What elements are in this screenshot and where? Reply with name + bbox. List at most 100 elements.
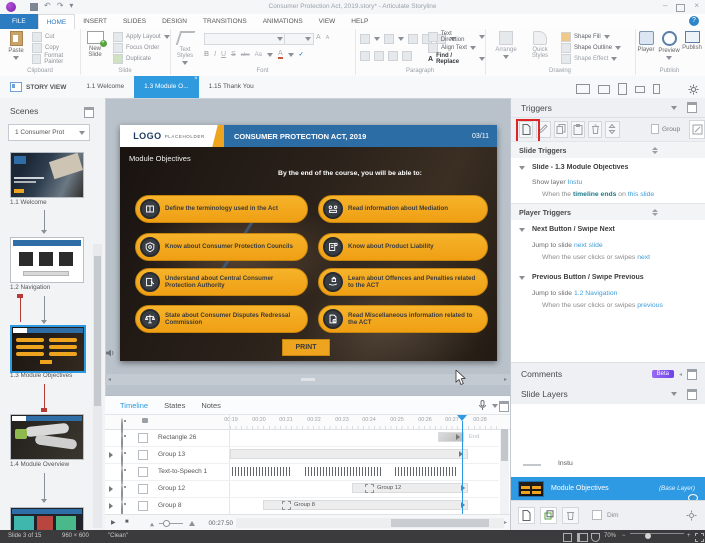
grow-font-icon[interactable]: A	[316, 34, 321, 41]
strikethrough-button[interactable]: S	[231, 51, 236, 58]
canvas-horizontal-scrollbar[interactable]: ◂ ▸	[105, 374, 510, 385]
minimize-button[interactable]: –	[663, 1, 667, 12]
stop-button[interactable]: ■	[125, 519, 129, 525]
arrange-button[interactable]: Arrange	[493, 31, 519, 59]
next-link[interactable]: next	[637, 254, 650, 261]
lock-checkbox[interactable]	[138, 501, 148, 511]
trigger-action[interactable]: Jump to slide next slide	[532, 242, 603, 249]
expand-icon[interactable]	[109, 486, 113, 492]
zoom-slider[interactable]	[630, 533, 684, 534]
group-checkbox[interactable]	[650, 124, 660, 134]
trigger-action[interactable]: Jump to slide 1.2 Navigation	[532, 290, 617, 297]
objective-pill[interactable]: Define the terminology used in the Act	[135, 195, 308, 223]
tab-view[interactable]: VIEW	[311, 14, 344, 29]
duplicate-button[interactable]: Duplicate	[113, 54, 151, 64]
triggers-dock-icon[interactable]	[687, 102, 697, 113]
previous-link[interactable]: previous	[637, 302, 663, 309]
slide-canvas[interactable]: LOGO PLACEHOLDER CONSUMER PROTECTION ACT…	[120, 125, 497, 361]
comments-collapse-icon[interactable]: ◂	[679, 371, 682, 378]
timeline-row-group-13[interactable]: Group 13	[105, 446, 499, 469]
tablet-landscape-icon[interactable]	[598, 84, 610, 94]
zoom-slider-knob[interactable]	[645, 533, 651, 539]
panel-view-icon[interactable]	[577, 533, 588, 542]
tab-transitions[interactable]: TRANSITIONS	[195, 14, 255, 29]
story-view-button[interactable]: STORY VIEW	[0, 82, 76, 92]
paste-button[interactable]: Paste	[3, 31, 29, 60]
timeline-row-group-12[interactable]: Group 12 Group 12	[105, 480, 499, 503]
cut-button[interactable]: Cut	[32, 32, 54, 42]
comments-dock-icon[interactable]	[687, 368, 697, 380]
collapse-all-icon[interactable]	[604, 146, 697, 154]
zoom-out-timeline-icon[interactable]	[149, 522, 155, 527]
audio-speaker-icon[interactable]	[106, 349, 115, 357]
slide-layers-menu-caret-icon[interactable]	[671, 392, 677, 396]
tab-home[interactable]: HOME	[37, 14, 76, 29]
objective-pill[interactable]: State about Consumer Disputes Redressal …	[135, 305, 308, 333]
font-color-button[interactable]: A	[277, 50, 283, 59]
lock-checkbox[interactable]	[138, 467, 148, 477]
play-button[interactable]: ▶	[111, 519, 116, 526]
scroll-right-icon[interactable]: ▸	[504, 519, 507, 526]
tablet-portrait-icon[interactable]	[618, 83, 627, 95]
tab-1-1-welcome[interactable]: 1.1 Welcome	[76, 76, 134, 98]
format-painter-button[interactable]: Format Painter	[32, 53, 80, 65]
objective-pill[interactable]: Know about Consumer Protection Councils	[135, 233, 308, 261]
collapse-all-icon[interactable]	[604, 208, 697, 216]
copy-trigger-button[interactable]	[553, 120, 568, 138]
close-button[interactable]: ×	[694, 1, 699, 12]
scrollbar-thumb[interactable]	[301, 378, 315, 381]
paste-trigger-button[interactable]	[570, 120, 585, 138]
lock-checkbox[interactable]	[138, 484, 148, 494]
bold-button[interactable]: B	[204, 51, 209, 58]
align-center-icon[interactable]	[374, 51, 384, 61]
new-slide-button[interactable]: + New Slide	[82, 31, 108, 58]
change-case-button[interactable]: Aa	[255, 52, 262, 58]
desktop-preview-icon[interactable]	[576, 84, 590, 94]
scroll-right-icon[interactable]: ▸	[504, 376, 507, 383]
timeline-bar[interactable]	[438, 432, 464, 442]
triggers-menu-caret-icon[interactable]	[671, 105, 677, 110]
layer-instu[interactable]: Instu	[558, 460, 573, 467]
clear-format-button[interactable]: abc	[241, 52, 250, 58]
player-button[interactable]: Player	[635, 31, 657, 53]
lock-checkbox[interactable]	[138, 433, 148, 443]
shape-effect-button[interactable]: Shape Effect	[561, 54, 618, 64]
trigger-condition[interactable]: When the user clicks or swipes next	[542, 254, 650, 261]
scroll-left-icon[interactable]: ◂	[108, 376, 111, 383]
timeline-bar[interactable]: Group 12	[352, 483, 468, 493]
trigger-wizard-button[interactable]	[689, 119, 705, 139]
quick-styles-button[interactable]: Quick Styles	[525, 31, 555, 59]
help-icon[interactable]: ?	[689, 16, 699, 26]
preview-button[interactable]: Preview	[658, 31, 680, 60]
text-styles-button[interactable]: Text Styles	[172, 31, 198, 65]
expand-icon[interactable]	[109, 503, 113, 509]
scene-thumbnail-1-5[interactable]	[10, 507, 84, 530]
layer-module-objectives-selected[interactable]: Module Objectives (Base Layer)	[511, 477, 705, 502]
slide-triggers-header[interactable]: Slide Triggers	[511, 141, 705, 159]
timeline-row-group-8[interactable]: Group 8 Group 8	[105, 497, 499, 520]
tab-1-3-module-objectives[interactable]: 1.3 Module O... ×	[134, 76, 199, 98]
find-replace-button[interactable]: A Find / Replace	[428, 53, 485, 65]
player-triggers-header[interactable]: Player Triggers	[511, 203, 705, 221]
trigger-group-collapse-icon[interactable]	[519, 276, 525, 280]
timeline-row-rectangle-26[interactable]: Rectangle 26 End	[105, 429, 499, 452]
lock-column-lock-icon[interactable]	[142, 418, 148, 423]
layer-settings-gear-icon[interactable]	[686, 510, 697, 521]
trigger-action[interactable]: Show layer Instu	[532, 179, 582, 186]
timeline-zoom-knob[interactable]	[163, 520, 170, 527]
font-name-select[interactable]	[204, 33, 286, 45]
align-right-icon[interactable]	[388, 51, 398, 61]
objective-pill[interactable]: Understand about Central Consumer Protec…	[135, 268, 308, 296]
layer-link[interactable]: Instu	[568, 179, 583, 186]
playhead-handle[interactable]	[457, 415, 467, 421]
dim-checkbox[interactable]	[592, 510, 602, 520]
objective-pill[interactable]: Know about Product Liability	[318, 233, 488, 261]
zoom-in-timeline-icon[interactable]	[189, 521, 195, 526]
scene-thumbnail-1-2[interactable]	[10, 237, 84, 283]
timeline-bar[interactable]: Group 8	[263, 500, 468, 510]
tab-slides[interactable]: SLIDES	[115, 14, 154, 29]
timeline-horizontal-scrollbar[interactable]	[236, 518, 504, 528]
print-button[interactable]: PRINT	[282, 339, 330, 356]
phone-portrait-icon[interactable]	[653, 84, 660, 94]
timeline-vertical-scrollbar[interactable]	[500, 429, 509, 514]
